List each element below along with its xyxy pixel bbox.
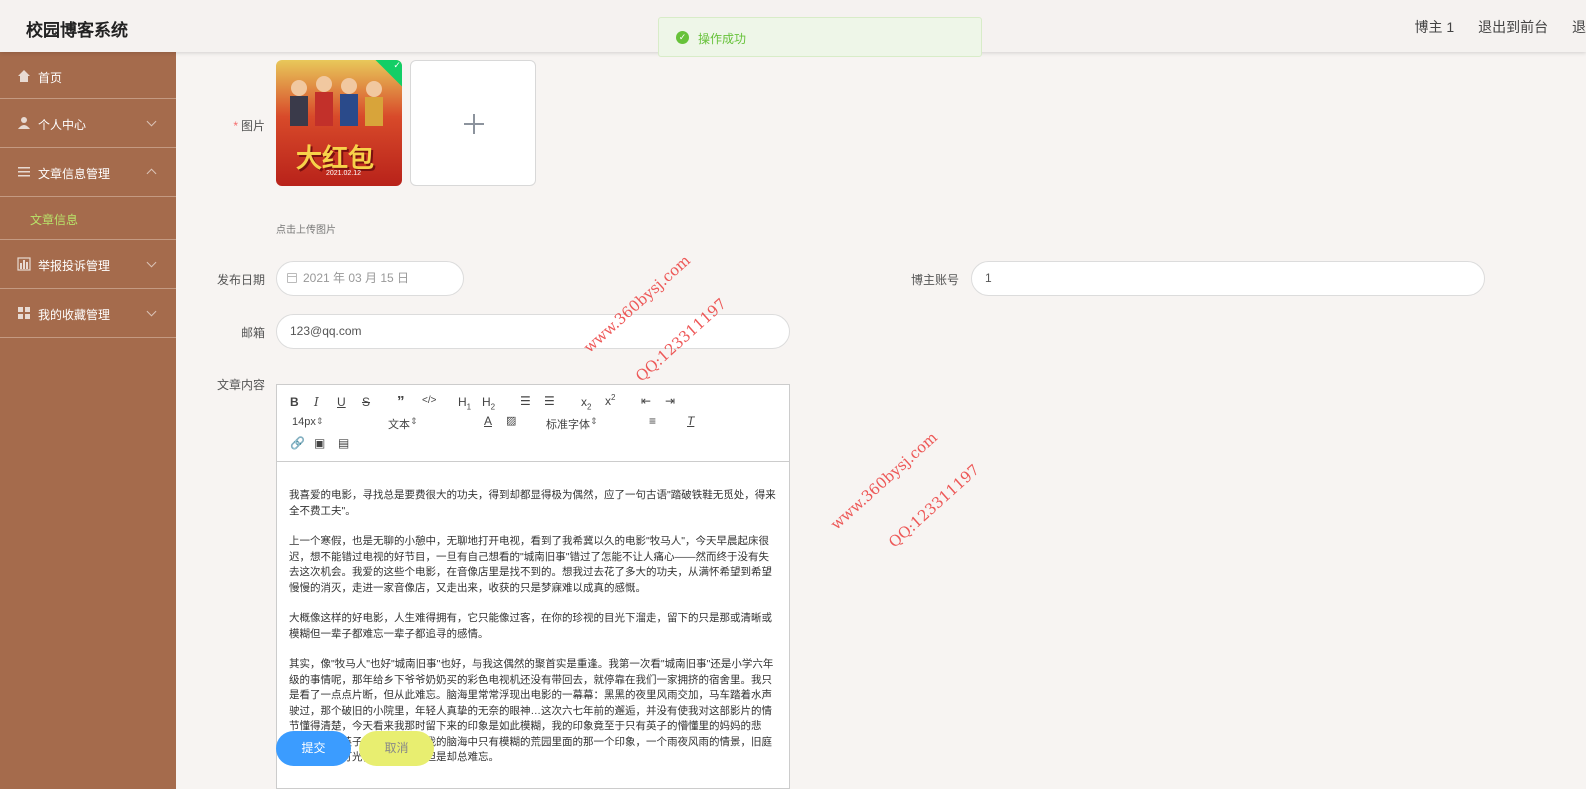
list-icon <box>18 167 30 177</box>
logout-link[interactable]: 退出 <box>1572 19 1586 35</box>
date-label: 发布日期 <box>216 273 265 287</box>
subscript-icon[interactable]: x2 <box>581 395 591 411</box>
editor-toolbar: B I U S ” </> H1 H2 ☰ ☰ x2 x2 ⇤ ⇥ 14px 文… <box>277 385 789 462</box>
bold-icon[interactable]: B <box>290 395 299 409</box>
sidebar-item-favorites-management[interactable]: 我的收藏管理 <box>0 289 176 338</box>
app-title: 校园博客系统 <box>26 21 128 40</box>
user-name[interactable]: 博主 1 <box>1415 19 1455 35</box>
sidebar-item-label: 文章信息 <box>30 213 79 227</box>
link-icon[interactable]: 🔗 <box>290 436 305 450</box>
italic-icon[interactable]: I <box>314 395 319 409</box>
ordered-list-icon[interactable]: ☰ <box>520 394 531 408</box>
heading1-icon[interactable]: H1 <box>458 395 471 411</box>
sidebar-item-report-management[interactable]: 举报投诉管理 <box>0 240 176 289</box>
bullet-list-icon[interactable]: ☰ <box>544 394 555 408</box>
blockquote-icon[interactable]: ” <box>397 393 405 410</box>
submit-button[interactable]: 提交 <box>276 731 351 766</box>
image-upload-button[interactable] <box>410 60 536 186</box>
font-size-select[interactable]: 14px <box>292 416 362 428</box>
exit-to-front-link[interactable]: 退出到前台 <box>1478 19 1548 35</box>
font-color-icon[interactable]: A <box>484 414 492 428</box>
content-label: 文章内容 <box>216 378 265 392</box>
font-family-select[interactable]: 标准字体 <box>546 416 626 432</box>
chevron-down-icon <box>146 306 157 317</box>
strikethrough-icon[interactable]: S <box>362 395 370 409</box>
blogger-account-value: 1 <box>985 271 992 285</box>
clear-format-icon[interactable]: T <box>687 414 694 428</box>
sidebar-item-label: 文章信息管理 <box>38 167 111 181</box>
account-label: 博主账号 <box>910 273 959 287</box>
sidebar-item-label: 我的收藏管理 <box>38 308 111 322</box>
toast-message: 操作成功 <box>698 32 747 46</box>
superscript-icon[interactable]: x2 <box>605 393 615 408</box>
home-icon <box>18 70 30 82</box>
calendar-icon <box>287 273 297 283</box>
publish-date-picker[interactable]: 2021 年 03 月 15 日 <box>276 261 464 296</box>
code-block-icon[interactable]: </> <box>422 395 436 406</box>
sidebar-item-label: 个人中心 <box>38 118 87 132</box>
outdent-icon[interactable]: ⇤ <box>641 394 651 408</box>
grid-icon <box>18 307 30 319</box>
underline-icon[interactable]: U <box>337 395 346 409</box>
image-label: * 图片 <box>233 119 265 133</box>
chevron-up-icon <box>146 168 157 179</box>
video-icon[interactable]: ▤ <box>338 436 349 450</box>
sidebar-subitem-article-info[interactable]: 文章信息 <box>0 197 176 240</box>
poster-date: 2021.02.12 <box>326 170 362 177</box>
sidebar-item-article-management[interactable]: 文章信息管理 <box>0 148 176 197</box>
cancel-button[interactable]: 取消 <box>359 731 434 766</box>
heading2-icon[interactable]: H2 <box>482 395 495 411</box>
content-paragraph: 上一个寒假，也是无聊的小憩中，无聊地打开电视，看到了我希冀以久的电影"牧马人"，… <box>289 535 772 594</box>
rich-text-editor[interactable]: B I U S ” </> H1 H2 ☰ ☰ x2 x2 ⇤ ⇥ 14px 文… <box>276 384 790 789</box>
sidebar: 首页 个人中心 文章信息管理 文章信息 举报投诉管理 我的收藏管理 <box>0 52 176 789</box>
text-type-select[interactable]: 文本 <box>388 416 458 432</box>
background-color-icon[interactable]: ▨ <box>506 414 516 427</box>
blogger-account-field[interactable]: 1 <box>971 261 1485 296</box>
publish-date-value: 2021 年 03 月 15 日 <box>303 271 410 285</box>
check-circle-icon: ✓ <box>676 31 689 44</box>
success-toast: ✓ 操作成功 <box>658 17 982 57</box>
sidebar-item-label: 举报投诉管理 <box>38 259 111 273</box>
sidebar-item-home[interactable]: 首页 <box>0 52 176 99</box>
poster-people-image <box>290 76 383 126</box>
sidebar-item-profile[interactable]: 个人中心 <box>0 99 176 148</box>
content-paragraph: 我喜爱的电影，寻找总是要费很大的功夫，得到却都显得极为偶然，应了一句古语"踏破铁… <box>289 489 776 517</box>
chart-icon <box>17 257 31 271</box>
user-icon <box>18 117 30 129</box>
email-value: 123@qq.com <box>290 324 362 338</box>
chevron-down-icon <box>146 116 157 127</box>
chevron-down-icon <box>146 257 157 268</box>
content-paragraph: 大概像这样的好电影，人生难得拥有，它只能像过客，在你的珍视的目光下溜走，留下的只… <box>289 612 772 640</box>
sidebar-item-label: 首页 <box>38 71 63 85</box>
indent-icon[interactable]: ⇥ <box>665 394 675 408</box>
header-actions: 博主 1 退出到前台 退出 <box>1415 17 1586 37</box>
align-icon[interactable]: ≡ <box>649 414 656 428</box>
upload-tip: 点击上传图片 <box>276 225 336 236</box>
uploaded-image-thumbnail[interactable]: 大红包 2021.02.12 <box>276 60 402 186</box>
email-label: 邮箱 <box>240 326 265 340</box>
image-icon[interactable]: ▣ <box>314 436 325 450</box>
